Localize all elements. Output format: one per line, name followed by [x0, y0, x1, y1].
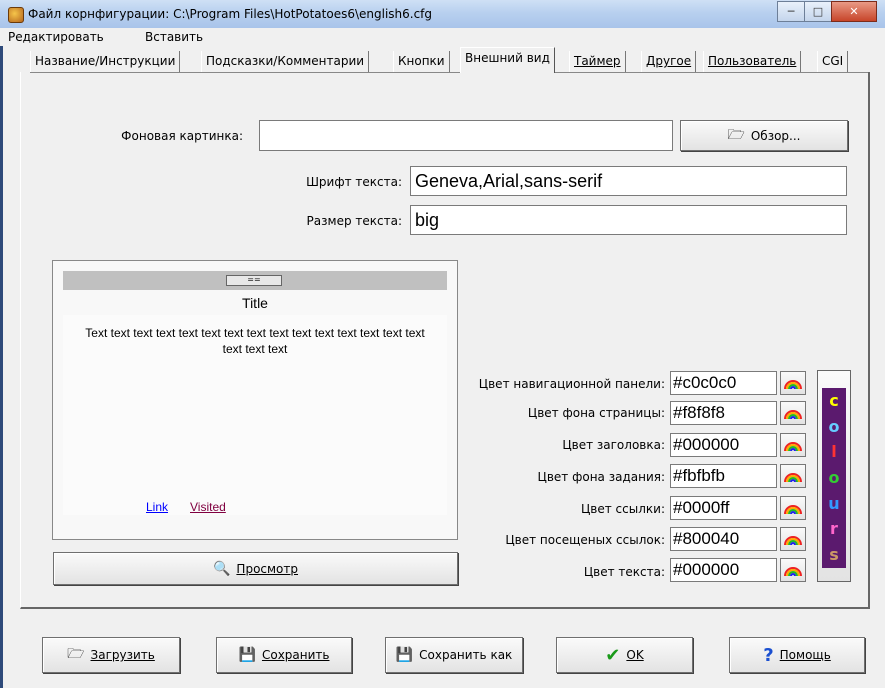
preview-button[interactable]: 🔍 Просмотр	[53, 552, 458, 585]
window-title: Файл корнфигурации: C:\Program Files\Hot…	[28, 7, 433, 21]
page-preview: == Title Text text text text text text t…	[52, 260, 458, 540]
color-label-exercise-bg: Цвет фона задания:	[537, 470, 665, 484]
tab-title-instructions[interactable]: Название/Инструкции	[30, 51, 181, 72]
preview-nav-bar: ==	[63, 271, 447, 290]
preview-exercise-area: Text text text text text text text text …	[63, 315, 447, 515]
tab-cgi[interactable]: CGI	[817, 51, 849, 72]
color-field-visited[interactable]: #800040	[670, 527, 777, 551]
color-label-text: Цвет текста:	[583, 565, 665, 579]
save-button[interactable]: 💾 Сохранить	[216, 637, 352, 673]
color-field-exercise-bg[interactable]: #fbfbfb	[670, 464, 777, 488]
colours-letter: c	[829, 390, 839, 410]
folder-open-icon: 🗁	[67, 646, 85, 662]
print-preview-icon: 🔍	[212, 560, 231, 577]
colours-letter: o	[828, 467, 840, 487]
save-as-button-label: Сохранить как	[419, 648, 513, 662]
rainbow-icon	[784, 442, 802, 452]
tab-user[interactable]: Пользователь	[703, 51, 802, 72]
colours-logo: colours	[822, 388, 846, 568]
color-picker-link[interactable]	[780, 496, 806, 520]
rainbow-icon	[784, 380, 802, 390]
color-field-title[interactable]: #000000	[670, 433, 777, 457]
menu-insert[interactable]: Вставить	[145, 30, 203, 44]
color-field-navbar[interactable]: #c0c0c0	[670, 371, 777, 395]
color-picker-exercise-bg[interactable]	[780, 464, 806, 488]
help-button-label: Помощь	[779, 648, 831, 662]
colours-letter: l	[831, 442, 837, 462]
tab-buttons[interactable]: Кнопки	[393, 51, 450, 72]
folder-open-icon: 🗁	[727, 126, 745, 143]
window-controls: ─ □ ✕	[777, 1, 877, 22]
menu-edit[interactable]: Редактировать	[8, 30, 104, 44]
tab-appearance[interactable]: Внешний вид	[460, 47, 555, 73]
colours-letter: u	[828, 493, 840, 513]
color-field-page-bg[interactable]: #f8f8f8	[670, 401, 777, 425]
ok-button-label: OK	[626, 648, 644, 662]
rainbow-icon	[784, 505, 802, 515]
title-bar[interactable]: Файл корнфигурации: C:\Program Files\Hot…	[0, 0, 885, 29]
colours-button[interactable]: colours	[817, 370, 851, 582]
window-left-edge	[0, 28, 3, 688]
preview-body-text: Text text text text text text text text …	[85, 326, 425, 356]
color-picker-page-bg[interactable]	[780, 401, 806, 425]
preview-title: Title	[242, 295, 268, 311]
color-picker-title[interactable]	[780, 433, 806, 457]
tab-other[interactable]: Другое	[641, 51, 697, 72]
bg-image-label: Фоновая картинка:	[121, 129, 243, 143]
tab-hints-comments[interactable]: Подсказки/Комментарии	[201, 51, 370, 72]
rainbow-icon	[784, 536, 802, 546]
browse-button[interactable]: 🗁 Обзор...	[680, 120, 848, 151]
color-label-link: Цвет ссылки:	[580, 502, 665, 516]
size-label: Размер текста:	[306, 214, 402, 228]
menu-bar: Редактировать Вставить	[0, 28, 885, 46]
preview-button-label: Просмотр	[236, 561, 299, 576]
rainbow-icon	[784, 410, 802, 420]
load-button[interactable]: 🗁 Загрузить	[42, 637, 180, 673]
maximize-icon[interactable]: □	[804, 1, 832, 22]
color-label-navbar: Цвет навигационной панели:	[478, 377, 665, 391]
colours-letter: s	[829, 545, 839, 565]
floppy-disk-icon: 💾	[395, 647, 414, 663]
font-field[interactable]: Geneva,Arial,sans-serif	[410, 166, 847, 196]
tab-strip: Название/Инструкции Подсказки/Комментари…	[0, 46, 885, 74]
font-label: Шрифт текста:	[306, 175, 402, 189]
color-picker-navbar[interactable]	[780, 371, 806, 395]
rainbow-icon	[784, 567, 802, 577]
rainbow-icon	[784, 473, 802, 483]
bottom-button-bar: 🗁 Загрузить 💾 Сохранить 💾 Сохранить как …	[0, 609, 885, 688]
preview-link: Link	[146, 500, 169, 514]
save-as-button[interactable]: 💾 Сохранить как	[385, 637, 523, 673]
preview-nav-button: ==	[226, 275, 282, 286]
config-window: Файл корнфигурации: C:\Program Files\Hot…	[0, 0, 885, 688]
color-picker-text[interactable]	[780, 558, 806, 582]
help-button[interactable]: ? Помощь	[729, 637, 865, 673]
colours-letter: o	[828, 416, 840, 436]
tab-timer[interactable]: Таймер	[569, 51, 626, 72]
size-field[interactable]: big	[410, 205, 847, 235]
ok-button[interactable]: ✔ OK	[556, 637, 693, 673]
color-label-page-bg: Цвет фона страницы:	[527, 406, 665, 420]
floppy-disk-icon: 💾	[238, 647, 256, 663]
app-icon	[8, 7, 24, 23]
colours-letter: r	[830, 519, 838, 539]
checkmark-icon: ✔	[605, 644, 621, 666]
color-picker-visited[interactable]	[780, 527, 806, 551]
browse-label: Обзор...	[750, 128, 801, 143]
minimize-icon[interactable]: ─	[777, 1, 805, 22]
close-icon[interactable]: ✕	[831, 1, 877, 22]
load-button-label: Загрузить	[90, 648, 155, 662]
color-field-link[interactable]: #0000ff	[670, 496, 777, 520]
question-mark-icon: ?	[763, 644, 774, 666]
color-field-text[interactable]: #000000	[670, 558, 777, 582]
color-label-visited: Цвет посещеных ссылок:	[505, 533, 665, 547]
bg-image-field[interactable]	[259, 120, 673, 151]
preview-visited-link: Visited	[190, 500, 226, 514]
color-label-title: Цвет заголовка:	[562, 438, 665, 452]
save-button-label: Сохранить	[261, 648, 330, 662]
